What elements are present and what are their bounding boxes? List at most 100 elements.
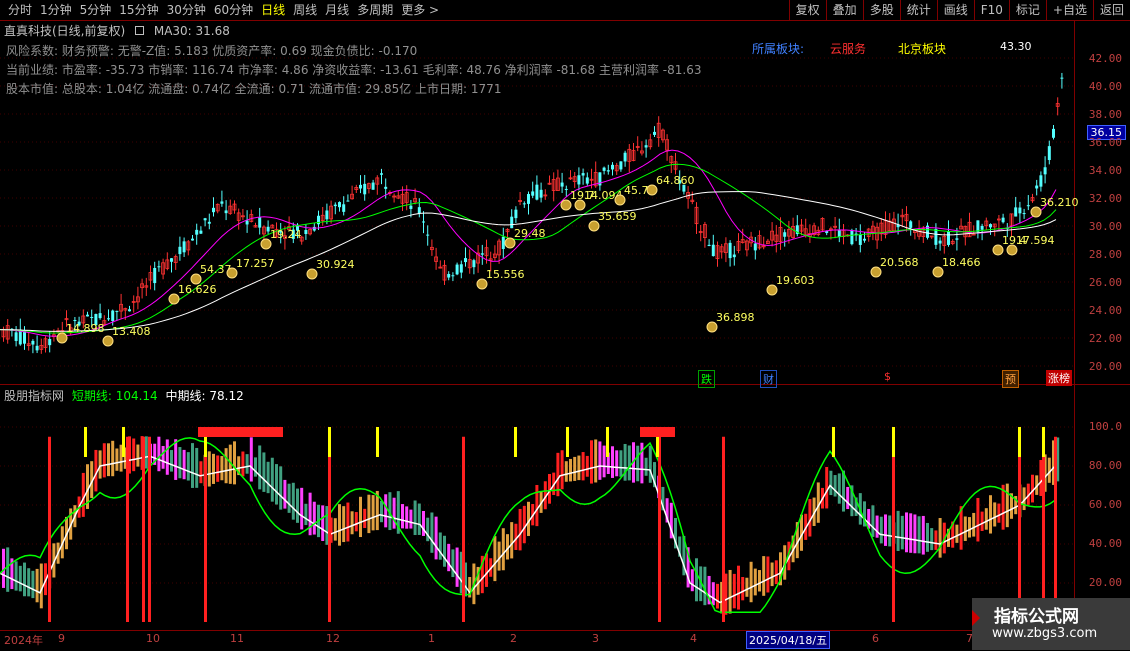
event-limitup-list[interactable]: 涨榜 [1046, 370, 1072, 386]
indicator-bar [564, 461, 568, 482]
sector-beijing[interactable]: 北京板块 [898, 40, 946, 57]
candle-body [380, 173, 383, 175]
indicator-bar [846, 486, 850, 510]
indicator-bar [501, 528, 505, 571]
indicator-bar [711, 582, 715, 606]
signal-bar [126, 436, 129, 622]
indicator-bar [254, 457, 257, 477]
event-drop[interactable]: 跌 [698, 370, 715, 388]
indicator-bar [1031, 474, 1034, 503]
indicator-bar [758, 570, 761, 592]
event-dollar[interactable]: $ [882, 370, 893, 383]
candle-body [422, 221, 425, 223]
price-annotation: 35.659 [598, 210, 637, 223]
x-axis-label: 2 [510, 632, 517, 645]
price-annotation: 64.860 [656, 174, 695, 187]
mid-line-label: 中期线: 78.12 [165, 389, 244, 403]
indicator-bar [207, 451, 211, 487]
candle-body [850, 230, 854, 245]
indicator-bar [648, 445, 652, 483]
signal-tick [122, 427, 125, 457]
indicator-bar [816, 482, 820, 523]
price-axis-label: 40.00 [1088, 80, 1122, 93]
indicator-bar [384, 494, 388, 528]
indicator-bar [409, 509, 413, 529]
candle-body [195, 229, 199, 235]
candle-body [31, 340, 35, 345]
indicator-bar [644, 457, 648, 476]
indicator-bar [577, 455, 581, 481]
indicator-bar [522, 505, 526, 544]
indicator-bar [359, 496, 362, 538]
indicator-bar [304, 503, 308, 526]
indicator-bar [875, 515, 879, 538]
indicator-bar [178, 447, 182, 479]
x-axis-label: 9 [58, 632, 65, 645]
indicator-bar [594, 439, 598, 483]
candle-body [947, 231, 950, 245]
indicator-bar [636, 445, 640, 482]
event-forecast[interactable]: 预 [1002, 370, 1019, 388]
indicator-bar [972, 512, 976, 537]
event-finance[interactable]: 财 [760, 370, 777, 388]
candle-body [107, 318, 110, 320]
indicator-bar [690, 569, 694, 592]
indicator-bar [569, 458, 572, 482]
indicator-bar [728, 569, 732, 614]
price-annotation: 20.568 [880, 256, 919, 269]
candle-body [955, 238, 959, 240]
indicator-bar [321, 505, 325, 541]
indicator-bar [905, 512, 908, 553]
indicator-bar [581, 452, 585, 481]
price-annotation: 36.210 [1040, 196, 1079, 209]
kline-chart[interactable]: 14.898 13.40816.62654.37 17.25719.2430.924… [0, 0, 1130, 650]
candle-body [1035, 185, 1039, 189]
indicator-bar [921, 515, 925, 555]
indicator-bar [233, 441, 236, 485]
indicator-bar [275, 464, 278, 505]
candle-body [480, 253, 484, 255]
candle-body [224, 210, 228, 214]
price-annotation: 19.24 [270, 228, 302, 241]
x-axis-label: 12 [326, 632, 340, 645]
candle-body [191, 238, 194, 241]
performance-info: 当前业绩: 市盈率: -35.73 市销率: 116.74 市净率: 4.86 … [6, 63, 702, 77]
indicator-header: 股朋指标网 短期线: 104.14 中期线: 78.12 [4, 387, 244, 404]
indicator-bar [249, 437, 253, 482]
candle-body [73, 320, 77, 322]
candle-body [753, 243, 757, 251]
indicator-bar [199, 461, 203, 484]
indicator-bar [695, 558, 698, 602]
indicator-bar [220, 456, 224, 481]
indicator-axis-label: 100.0 [1088, 420, 1122, 433]
indicator-bar [6, 547, 10, 592]
price-annotation: 30.924 [316, 258, 355, 271]
candle-body [472, 260, 476, 268]
candle-body [602, 167, 606, 171]
watermark-title: 指标公式网 [994, 607, 1079, 627]
price-annotation: 18.466 [942, 256, 981, 269]
candle-body [527, 194, 530, 204]
indicator-bar [434, 516, 438, 560]
candle-body [23, 330, 26, 344]
indicator-axis-label: 80.00 [1088, 459, 1122, 472]
candle-body [455, 264, 459, 275]
candle-body [451, 275, 455, 277]
candle-body [178, 246, 182, 255]
candle-body [732, 254, 736, 258]
indicator-bar [338, 504, 341, 546]
sector-cloud[interactable]: 云服务 [830, 40, 866, 57]
indicator-bar [640, 442, 644, 484]
indicator-bar [955, 524, 959, 543]
ma-line [0, 149, 1057, 337]
signal-tick [606, 427, 609, 457]
indicator-bar [18, 565, 22, 592]
price-annotation: 19.603 [776, 274, 815, 287]
watermark: 指标公式网 www.zbgs3.com [972, 598, 1130, 650]
signal-block [198, 427, 283, 437]
cursor-date: 2025/04/18/五 [746, 631, 831, 649]
indicator-bar [879, 516, 883, 544]
indicator-bar [371, 495, 375, 531]
candle-body [1060, 77, 1064, 79]
indicator-bar [165, 439, 169, 475]
